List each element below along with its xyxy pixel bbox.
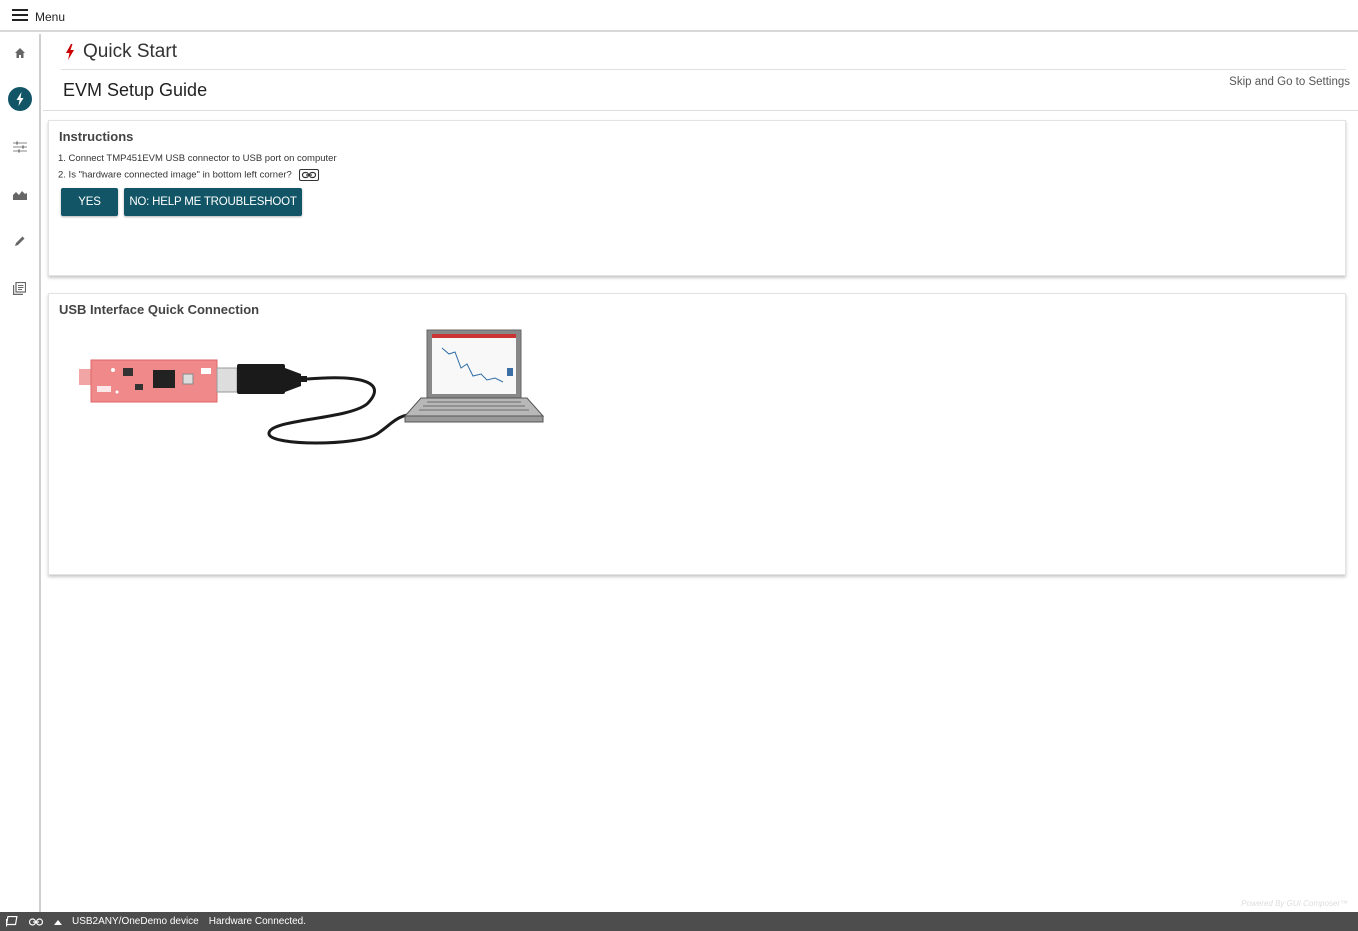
- bolt-icon: [66, 43, 74, 60]
- sliders-icon: [12, 141, 27, 153]
- sidebar-item-register[interactable]: [0, 232, 39, 250]
- troubleshoot-button[interactable]: NO: HELP ME TROUBLESHOOT: [124, 188, 302, 216]
- instruction-step-2: 2. Is "hardware connected image" in bott…: [58, 169, 320, 181]
- laptop-image: [403, 329, 545, 423]
- home-icon: [14, 48, 25, 58]
- pencil-icon: [14, 236, 24, 246]
- sidebar: [0, 34, 41, 912]
- hamburger-icon: [12, 9, 28, 21]
- sidebar-item-quick-start[interactable]: [0, 86, 39, 112]
- menu-label: Menu: [35, 10, 66, 24]
- sidebar-item-settings[interactable]: [0, 138, 39, 156]
- status-bar: USB2ANY/OneDemo device Hardware Connecte…: [0, 912, 1358, 931]
- caret-up-icon[interactable]: [54, 919, 62, 925]
- chart-icon: [12, 190, 27, 200]
- hardware-connected-icon: [299, 169, 320, 181]
- skip-to-settings-link[interactable]: Skip and Go to Settings: [1229, 76, 1350, 88]
- hardware-status: Hardware Connected.: [208, 916, 307, 927]
- collateral-icon: [13, 281, 26, 295]
- sidebar-item-collateral[interactable]: [0, 279, 39, 297]
- instructions-title: Instructions: [59, 129, 134, 144]
- sidebar-item-graph[interactable]: [0, 185, 39, 203]
- quick-start-icon: [7, 87, 32, 111]
- usb-card-title: USB Interface Quick Connection: [59, 302, 260, 317]
- instruction-step-2-text: 2. Is "hardware connected image" in bott…: [58, 169, 292, 181]
- guide-title: EVM Setup Guide: [63, 80, 208, 100]
- quick-start-header: Quick Start: [61, 34, 1346, 70]
- instruction-step-1: 1. Connect TMP451EVM USB connector to US…: [58, 153, 337, 164]
- yes-button[interactable]: YES: [61, 188, 118, 216]
- instructions-card: Instructions 1. Connect TMP451EVM USB co…: [48, 120, 1346, 276]
- menu-button[interactable]: Menu: [12, 6, 65, 24]
- page-title: Quick Start: [83, 40, 177, 62]
- guide-bar: EVM Setup Guide Skip and Go to Settings: [43, 71, 1358, 111]
- usb-plug-image: [237, 364, 307, 394]
- collateral-status-icon[interactable]: [6, 916, 18, 927]
- top-bar: Menu: [0, 0, 1358, 32]
- main-content: Quick Start EVM Setup Guide Skip and Go …: [43, 34, 1358, 912]
- powered-by-text: Powered By GUI Composer™: [1241, 899, 1348, 908]
- evm-board-image: [79, 359, 238, 403]
- usb-connection-card: USB Interface Quick Connection: [48, 293, 1346, 575]
- link-status-icon[interactable]: [28, 917, 44, 927]
- usb-connection-illustration: [79, 329, 545, 445]
- device-name: USB2ANY/OneDemo device: [72, 916, 199, 927]
- sidebar-item-home[interactable]: [0, 42, 39, 64]
